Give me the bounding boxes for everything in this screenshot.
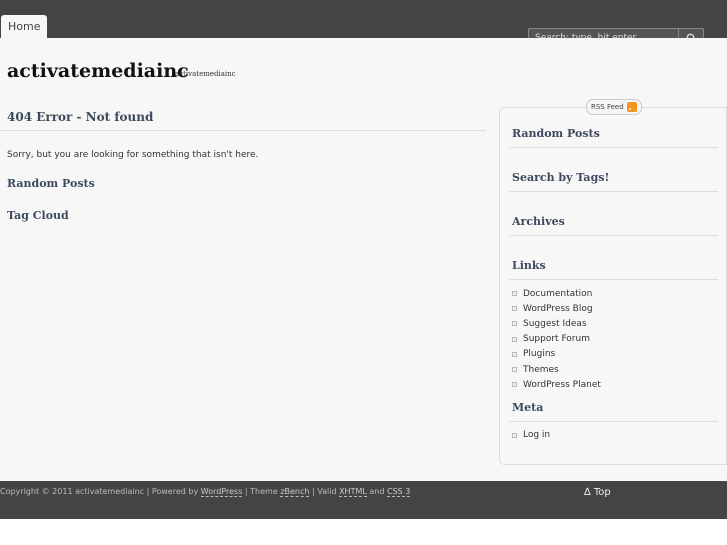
login-link[interactable]: Log in bbox=[523, 430, 550, 440]
link-label[interactable]: Plugins bbox=[523, 349, 555, 359]
tab-home[interactable]: Home bbox=[1, 15, 48, 38]
valid-text: | Valid bbox=[312, 487, 337, 496]
link-item[interactable]: Documentation bbox=[512, 286, 601, 301]
bullet-icon bbox=[512, 432, 517, 438]
sidebar-divider bbox=[509, 279, 718, 280]
link-label[interactable]: WordPress Blog bbox=[523, 304, 593, 314]
copyright-text: Copyright © 2011 activatemediainc bbox=[0, 487, 145, 496]
footer-credits: Copyright © 2011 activatemediainc | Powe… bbox=[0, 487, 411, 497]
rss-feed-link[interactable]: RSS Feed bbox=[586, 99, 642, 115]
css-link[interactable]: CSS 3 bbox=[386, 487, 411, 497]
links-list: Documentation WordPress Blog Suggest Ide… bbox=[512, 286, 601, 392]
wordpress-link[interactable]: WordPress bbox=[200, 487, 243, 497]
title-divider bbox=[0, 130, 486, 131]
link-item[interactable]: Themes bbox=[512, 362, 601, 377]
sidebar-links-heading: Links bbox=[512, 259, 546, 272]
bullet-icon bbox=[512, 382, 517, 388]
sidebar-divider bbox=[509, 235, 718, 236]
link-label[interactable]: Themes bbox=[523, 365, 559, 375]
sidebar-search-tags-heading: Search by Tags! bbox=[512, 171, 610, 184]
link-label[interactable]: Support Forum bbox=[523, 334, 590, 344]
link-label[interactable]: Documentation bbox=[523, 289, 592, 299]
theme-link[interactable]: zBench bbox=[280, 487, 310, 497]
link-label[interactable]: WordPress Planet bbox=[523, 380, 601, 390]
sidebar-divider bbox=[509, 421, 718, 422]
sidebar-divider bbox=[509, 147, 718, 148]
link-item[interactable]: WordPress Blog bbox=[512, 301, 601, 316]
main-tag-cloud-heading: Tag Cloud bbox=[7, 209, 69, 222]
link-item[interactable]: Support Forum bbox=[512, 332, 601, 347]
rss-icon bbox=[626, 102, 637, 112]
sidebar-meta-heading: Meta bbox=[512, 401, 544, 414]
bullet-icon bbox=[512, 291, 517, 297]
link-label[interactable]: Suggest Ideas bbox=[523, 319, 587, 329]
bullet-icon bbox=[512, 367, 517, 373]
meta-list: Log in bbox=[512, 428, 550, 442]
theme-text: | Theme bbox=[244, 487, 278, 496]
link-item[interactable]: WordPress Planet bbox=[512, 377, 601, 392]
footer: Copyright © 2011 activatemediainc | Powe… bbox=[0, 481, 727, 519]
site-title[interactable]: activatemediainc bbox=[7, 60, 189, 82]
rss-feed-label: RSS Feed bbox=[591, 103, 624, 111]
sidebar-random-posts-heading: Random Posts bbox=[512, 127, 600, 140]
xhtml-link[interactable]: XHTML bbox=[339, 487, 367, 497]
back-to-top-link[interactable]: ∆ Top bbox=[584, 487, 611, 498]
sidebar-divider bbox=[509, 191, 718, 192]
site-description: activatemediainc bbox=[175, 70, 236, 78]
link-item[interactable]: Suggest Ideas bbox=[512, 316, 601, 331]
page-title: 404 Error - Not found bbox=[7, 110, 154, 124]
main-random-posts-heading: Random Posts bbox=[7, 177, 95, 190]
error-message: Sorry, but you are looking for something… bbox=[7, 150, 259, 160]
sidebar-archives-heading: Archives bbox=[512, 215, 565, 228]
link-item[interactable]: Plugins bbox=[512, 347, 601, 362]
meta-item[interactable]: Log in bbox=[512, 428, 550, 442]
bullet-icon bbox=[512, 321, 517, 327]
bullet-icon bbox=[512, 306, 517, 312]
bullet-icon bbox=[512, 336, 517, 342]
and-text: and bbox=[369, 487, 385, 496]
bullet-icon bbox=[512, 351, 517, 357]
powered-by-text: | Powered by bbox=[146, 487, 199, 496]
